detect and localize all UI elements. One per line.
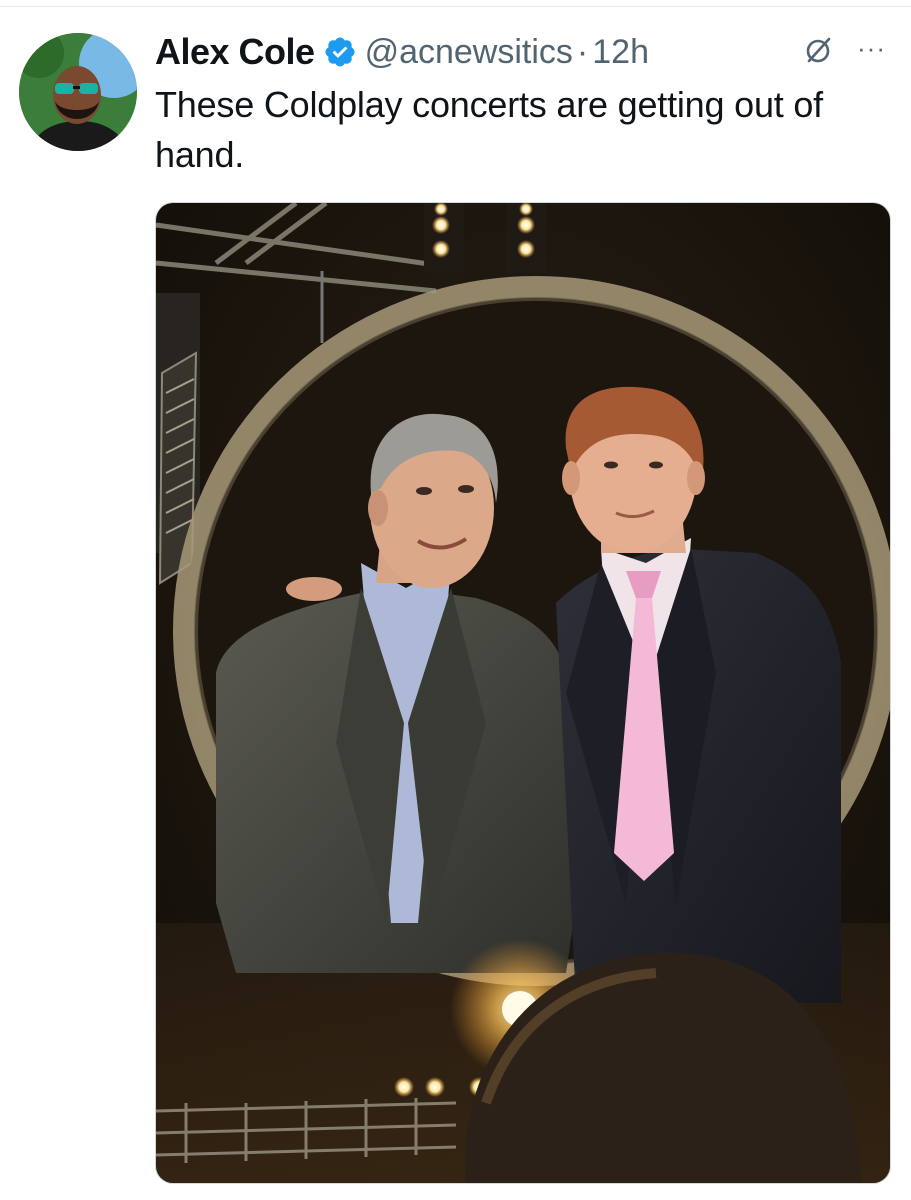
separator-dot: · — [576, 32, 589, 71]
timestamp[interactable]: 12h — [592, 33, 649, 72]
tweet-header: Alex Cole @acnewsitics · 12h ··· — [155, 26, 895, 78]
more-options-icon[interactable]: ··· — [857, 35, 891, 61]
user-avatar[interactable] — [19, 33, 137, 151]
tweet-photo[interactable] — [155, 202, 891, 1184]
tweet-text: These Coldplay concerts are getting out … — [155, 84, 823, 175]
avatar-image — [19, 33, 137, 151]
author-handle[interactable]: @acnewsitics — [365, 33, 573, 72]
verified-badge-icon — [325, 37, 355, 67]
attached-photo — [156, 203, 890, 1183]
grok-icon[interactable] — [803, 34, 835, 66]
author-name[interactable]: Alex Cole — [155, 31, 315, 73]
top-divider — [0, 6, 911, 7]
